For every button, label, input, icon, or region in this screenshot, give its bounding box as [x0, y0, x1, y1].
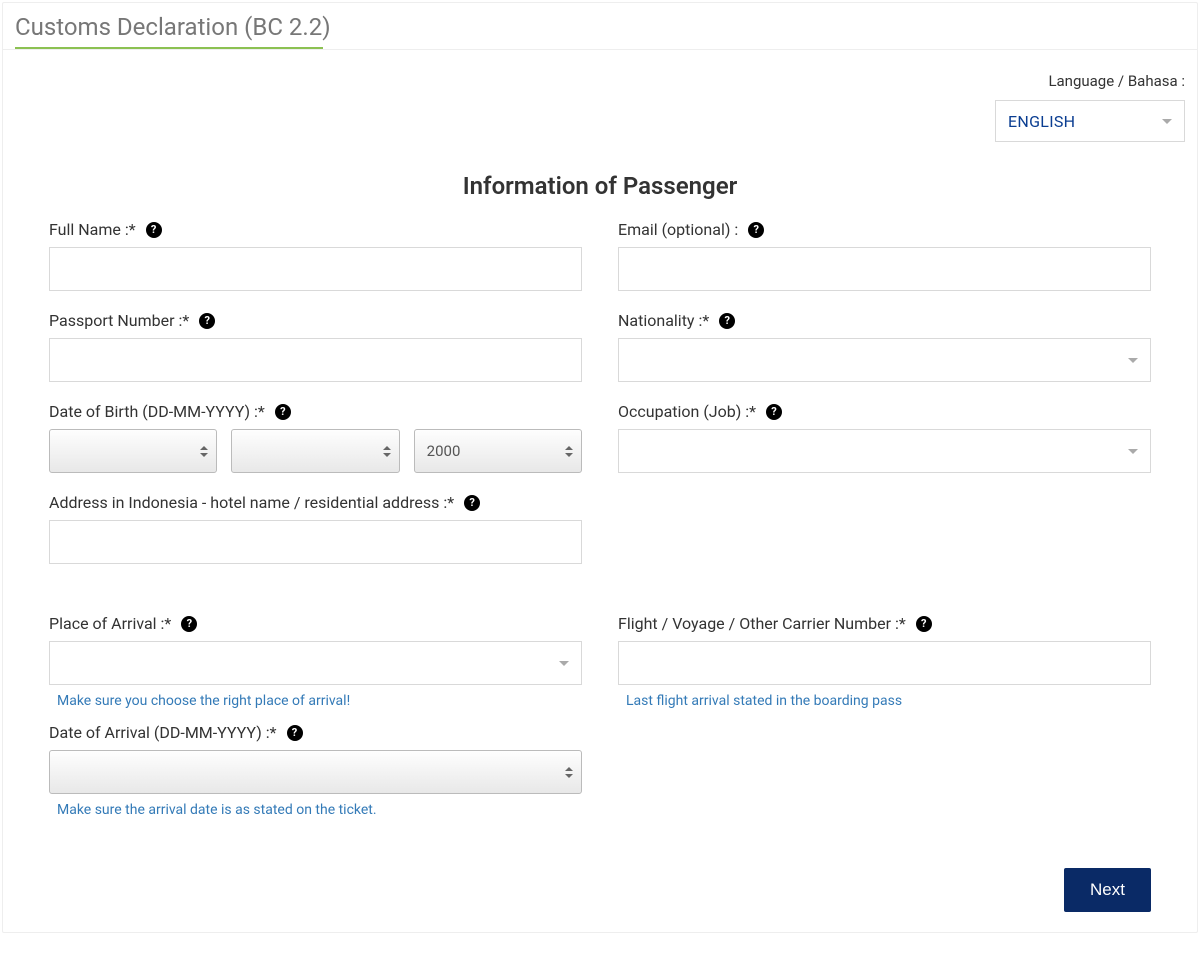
spinner-arrows-icon: [383, 446, 391, 457]
spinner-arrows-icon: [565, 767, 573, 778]
form-area: Full Name :* ? Email (optional) : ? Pass…: [3, 220, 1197, 818]
full-name-label: Full Name :* ?: [49, 220, 582, 239]
nationality-label: Nationality :* ?: [618, 311, 1151, 330]
help-icon[interactable]: ?: [719, 313, 735, 329]
dob-month-spinner[interactable]: [231, 429, 399, 473]
email-label: Email (optional) : ?: [618, 220, 1151, 239]
customs-declaration-panel: Customs Declaration (BC 2.2) Language / …: [2, 2, 1198, 933]
spinner-arrows-icon: [565, 446, 573, 457]
email-input[interactable]: [618, 247, 1151, 291]
help-icon[interactable]: ?: [199, 313, 215, 329]
passport-label: Passport Number :* ?: [49, 311, 582, 330]
language-area: Language / Bahasa : ENGLISH: [3, 50, 1197, 142]
occupation-label: Occupation (Job) :* ?: [618, 402, 1151, 421]
help-icon[interactable]: ?: [464, 495, 480, 511]
chevron-down-icon: [559, 661, 569, 666]
help-icon[interactable]: ?: [146, 222, 162, 238]
date-of-arrival-spinner[interactable]: [49, 750, 582, 794]
dob-year-spinner[interactable]: 2000: [414, 429, 582, 473]
help-icon[interactable]: ?: [287, 725, 303, 741]
carrier-hint: Last flight arrival stated in the boardi…: [626, 693, 1151, 709]
help-icon[interactable]: ?: [748, 222, 764, 238]
full-name-input[interactable]: [49, 247, 582, 291]
language-selected-value: ENGLISH: [1008, 112, 1075, 131]
carrier-input[interactable]: [618, 641, 1151, 685]
section-title: Information of Passenger: [3, 172, 1197, 200]
place-of-arrival-select[interactable]: [49, 641, 582, 685]
language-select[interactable]: ENGLISH: [995, 100, 1185, 142]
spinner-arrows-icon: [200, 446, 208, 457]
address-input[interactable]: [49, 520, 582, 564]
nationality-select[interactable]: [618, 338, 1151, 382]
chevron-down-icon: [1162, 119, 1172, 124]
date-of-arrival-hint: Make sure the arrival date is as stated …: [57, 802, 582, 818]
passport-input[interactable]: [49, 338, 582, 382]
help-icon[interactable]: ?: [766, 404, 782, 420]
chevron-down-icon: [1128, 358, 1138, 363]
date-of-arrival-label: Date of Arrival (DD-MM-YYYY) :* ?: [49, 723, 582, 742]
occupation-select[interactable]: [618, 429, 1151, 473]
dob-day-spinner[interactable]: [49, 429, 217, 473]
help-icon[interactable]: ?: [181, 616, 197, 632]
carrier-label: Flight / Voyage / Other Carrier Number :…: [618, 614, 1151, 633]
next-button[interactable]: Next: [1064, 868, 1151, 912]
help-icon[interactable]: ?: [916, 616, 932, 632]
help-icon[interactable]: ?: [275, 404, 291, 420]
dob-year-value: 2000: [427, 442, 461, 460]
address-label: Address in Indonesia - hotel name / resi…: [49, 493, 582, 512]
place-of-arrival-hint: Make sure you choose the right place of …: [57, 693, 582, 709]
language-label: Language / Bahasa :: [1048, 72, 1185, 90]
chevron-down-icon: [1128, 449, 1138, 454]
page-title: Customs Declaration (BC 2.2): [3, 3, 1197, 47]
place-of-arrival-label: Place of Arrival :* ?: [49, 614, 582, 633]
dob-label: Date of Birth (DD-MM-YYYY) :* ?: [49, 402, 582, 421]
